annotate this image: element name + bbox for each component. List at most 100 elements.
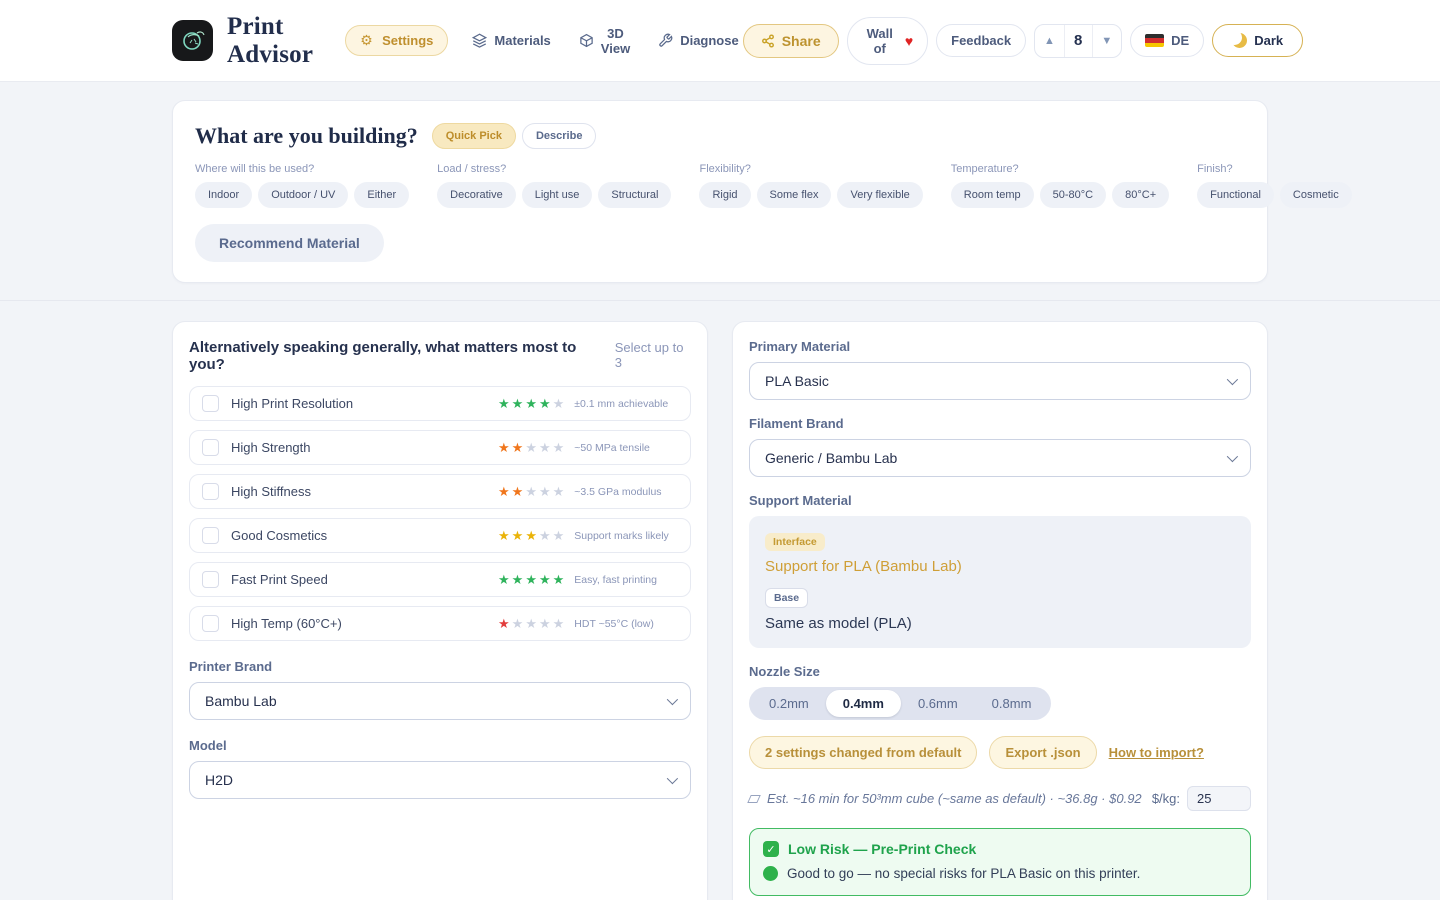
priority-checkbox[interactable]	[202, 395, 219, 412]
cube-outline-icon	[747, 795, 761, 803]
chip-light-use[interactable]: Light use	[522, 182, 593, 208]
layers-icon	[472, 33, 487, 48]
tab-quick-pick[interactable]: Quick Pick	[432, 123, 516, 149]
feedback-button[interactable]: Feedback	[936, 24, 1026, 57]
priority-checkbox[interactable]	[202, 527, 219, 544]
group-label: Load / stress?	[437, 163, 671, 175]
priority-row-good-cosmetics[interactable]: Good Cosmetics★★★★★Support marks likely	[189, 518, 691, 553]
share-button[interactable]: Share	[743, 24, 839, 58]
chip-very-flexible[interactable]: Very flexible	[837, 182, 922, 208]
counter-up-button[interactable]: ▲	[1035, 25, 1064, 57]
counter-stepper: ▲ 8 ▼	[1034, 24, 1122, 58]
chip-cosmetic[interactable]: Cosmetic	[1280, 182, 1352, 208]
risk-title: Low Risk — Pre-Print Check	[788, 841, 976, 857]
price-per-kg-input[interactable]	[1187, 786, 1251, 811]
chip-some-flex[interactable]: Some flex	[757, 182, 832, 208]
export-json-button[interactable]: Export .json	[989, 736, 1096, 769]
counter-down-button[interactable]: ▼	[1093, 25, 1122, 57]
nav-3d-view[interactable]: 3D View	[575, 19, 634, 63]
model-label: Model	[189, 738, 691, 753]
base-badge: Base	[765, 588, 808, 608]
nozzle-option-0-4mm[interactable]: 0.4mm	[826, 690, 901, 717]
support-interface-value: Support for PLA (Bambu Lab)	[765, 558, 1235, 575]
primary-material-select[interactable]: PLA Basic	[749, 362, 1251, 400]
priority-checkbox[interactable]	[202, 439, 219, 456]
chevron-down-icon	[1227, 451, 1238, 462]
priority-checkbox[interactable]	[202, 571, 219, 588]
chip-rigid[interactable]: Rigid	[699, 182, 750, 208]
chevron-down-icon	[667, 694, 678, 705]
priority-checkbox[interactable]	[202, 483, 219, 500]
chip-functional[interactable]: Functional	[1197, 182, 1274, 208]
chip-outdoor-uv[interactable]: Outdoor / UV	[258, 182, 348, 208]
priority-note: Easy, fast printing	[574, 574, 657, 586]
german-flag-icon	[1145, 34, 1164, 47]
interface-badge: Interface	[765, 533, 825, 551]
moon-icon	[1232, 33, 1247, 48]
priorities-hint: Select up to 3	[615, 340, 691, 370]
filament-brand-select[interactable]: Generic / Bambu Lab	[749, 439, 1251, 477]
nozzle-option-0-6mm[interactable]: 0.6mm	[901, 690, 975, 717]
group-label: Where will this be used?	[195, 163, 409, 175]
star-rating: ★★★★★	[498, 617, 566, 630]
chevron-down-icon	[667, 773, 678, 784]
chip-decorative[interactable]: Decorative	[437, 182, 516, 208]
model-select[interactable]: H2D	[189, 761, 691, 799]
chip-indoor[interactable]: Indoor	[195, 182, 252, 208]
nav-diagnose[interactable]: Diagnose	[654, 26, 743, 55]
priority-label: High Print Resolution	[231, 396, 353, 411]
priorities-title: Alternatively speaking generally, what m…	[189, 339, 599, 373]
builder-tabs: Quick PickDescribe	[432, 123, 597, 149]
tab-describe[interactable]: Describe	[522, 123, 596, 149]
priority-row-high-stiffness[interactable]: High Stiffness★★★★★~3.5 GPa modulus	[189, 474, 691, 509]
nav-materials[interactable]: Materials	[468, 26, 554, 55]
main-section: Alternatively speaking generally, what m…	[0, 301, 1440, 900]
wall-of-love-button[interactable]: Wall of ♥	[847, 17, 929, 65]
group-label: Temperature?	[951, 163, 1169, 175]
settings-changed-button[interactable]: 2 settings changed from default	[749, 736, 977, 769]
priority-row-high-strength[interactable]: High Strength★★★★★~50 MPa tensile	[189, 430, 691, 465]
priority-checkbox[interactable]	[202, 615, 219, 632]
language-button[interactable]: DE	[1130, 24, 1204, 57]
priority-row-fast-print-speed[interactable]: Fast Print Speed★★★★★Easy, fast printing	[189, 562, 691, 597]
question-group-finish: Finish?FunctionalCosmetic	[1197, 163, 1352, 208]
chip-structural[interactable]: Structural	[598, 182, 671, 208]
priority-note: HDT ~55°C (low)	[574, 618, 654, 630]
priority-row-high-temp-60-c[interactable]: High Temp (60°C+)★★★★★HDT ~55°C (low)	[189, 606, 691, 641]
chip-80-c[interactable]: 80°C+	[1112, 182, 1169, 208]
app-header: Print Advisor ⚙Settings Materials 3D View D…	[0, 0, 1440, 82]
priority-row-high-print-resolution[interactable]: High Print Resolution★★★★★±0.1 mm achiev…	[189, 386, 691, 421]
support-material-label: Support Material	[749, 493, 1251, 508]
wrench-icon	[658, 33, 673, 48]
priority-note: ~3.5 GPa modulus	[574, 486, 661, 498]
risk-message: Good to go — no special risks for PLA Ba…	[787, 866, 1140, 881]
star-rating: ★★★★★	[498, 441, 566, 454]
priority-note: Support marks likely	[574, 530, 669, 542]
question-group-temperature: Temperature? Room temp50-80°C80°C+	[951, 163, 1169, 208]
nav-settings[interactable]: ⚙Settings	[345, 25, 448, 56]
chip-either[interactable]: Either	[354, 182, 409, 208]
builder-title: What are you building?	[195, 123, 418, 149]
chip-room-temp[interactable]: Room temp	[951, 182, 1034, 208]
material-panel: Primary Material PLA Basic Filament Bran…	[732, 321, 1268, 900]
page-title: Print Advisor	[227, 13, 313, 69]
nozzle-option-0-8mm[interactable]: 0.8mm	[975, 690, 1049, 717]
nozzle-size-label: Nozzle Size	[749, 664, 1251, 679]
gear-icon: ⚙	[360, 33, 375, 48]
chip-50-80-c[interactable]: 50-80°C	[1040, 182, 1106, 208]
priority-label: High Strength	[231, 440, 311, 455]
printer-brand-label: Printer Brand	[189, 659, 691, 674]
share-icon	[761, 34, 775, 48]
nozzle-option-0-2mm[interactable]: 0.2mm	[752, 690, 826, 717]
main-nav: ⚙Settings Materials 3D View Diagnose	[345, 19, 743, 63]
recommend-material-button[interactable]: Recommend Material	[195, 224, 384, 262]
builder-card: What are you building? Quick PickDescrib…	[172, 100, 1268, 283]
support-material-card: Interface Support for PLA (Bambu Lab) Ba…	[749, 516, 1251, 648]
star-rating: ★★★★★	[498, 485, 566, 498]
price-per-kg-label: $/kg:	[1152, 791, 1180, 806]
how-to-import-link[interactable]: How to import?	[1109, 745, 1204, 760]
theme-toggle-button[interactable]: Dark	[1212, 24, 1303, 57]
builder-groups: Where will this be used? IndoorOutdoor / …	[195, 163, 1245, 208]
app-logo-icon	[172, 20, 213, 61]
printer-brand-select[interactable]: Bambu Lab	[189, 682, 691, 720]
